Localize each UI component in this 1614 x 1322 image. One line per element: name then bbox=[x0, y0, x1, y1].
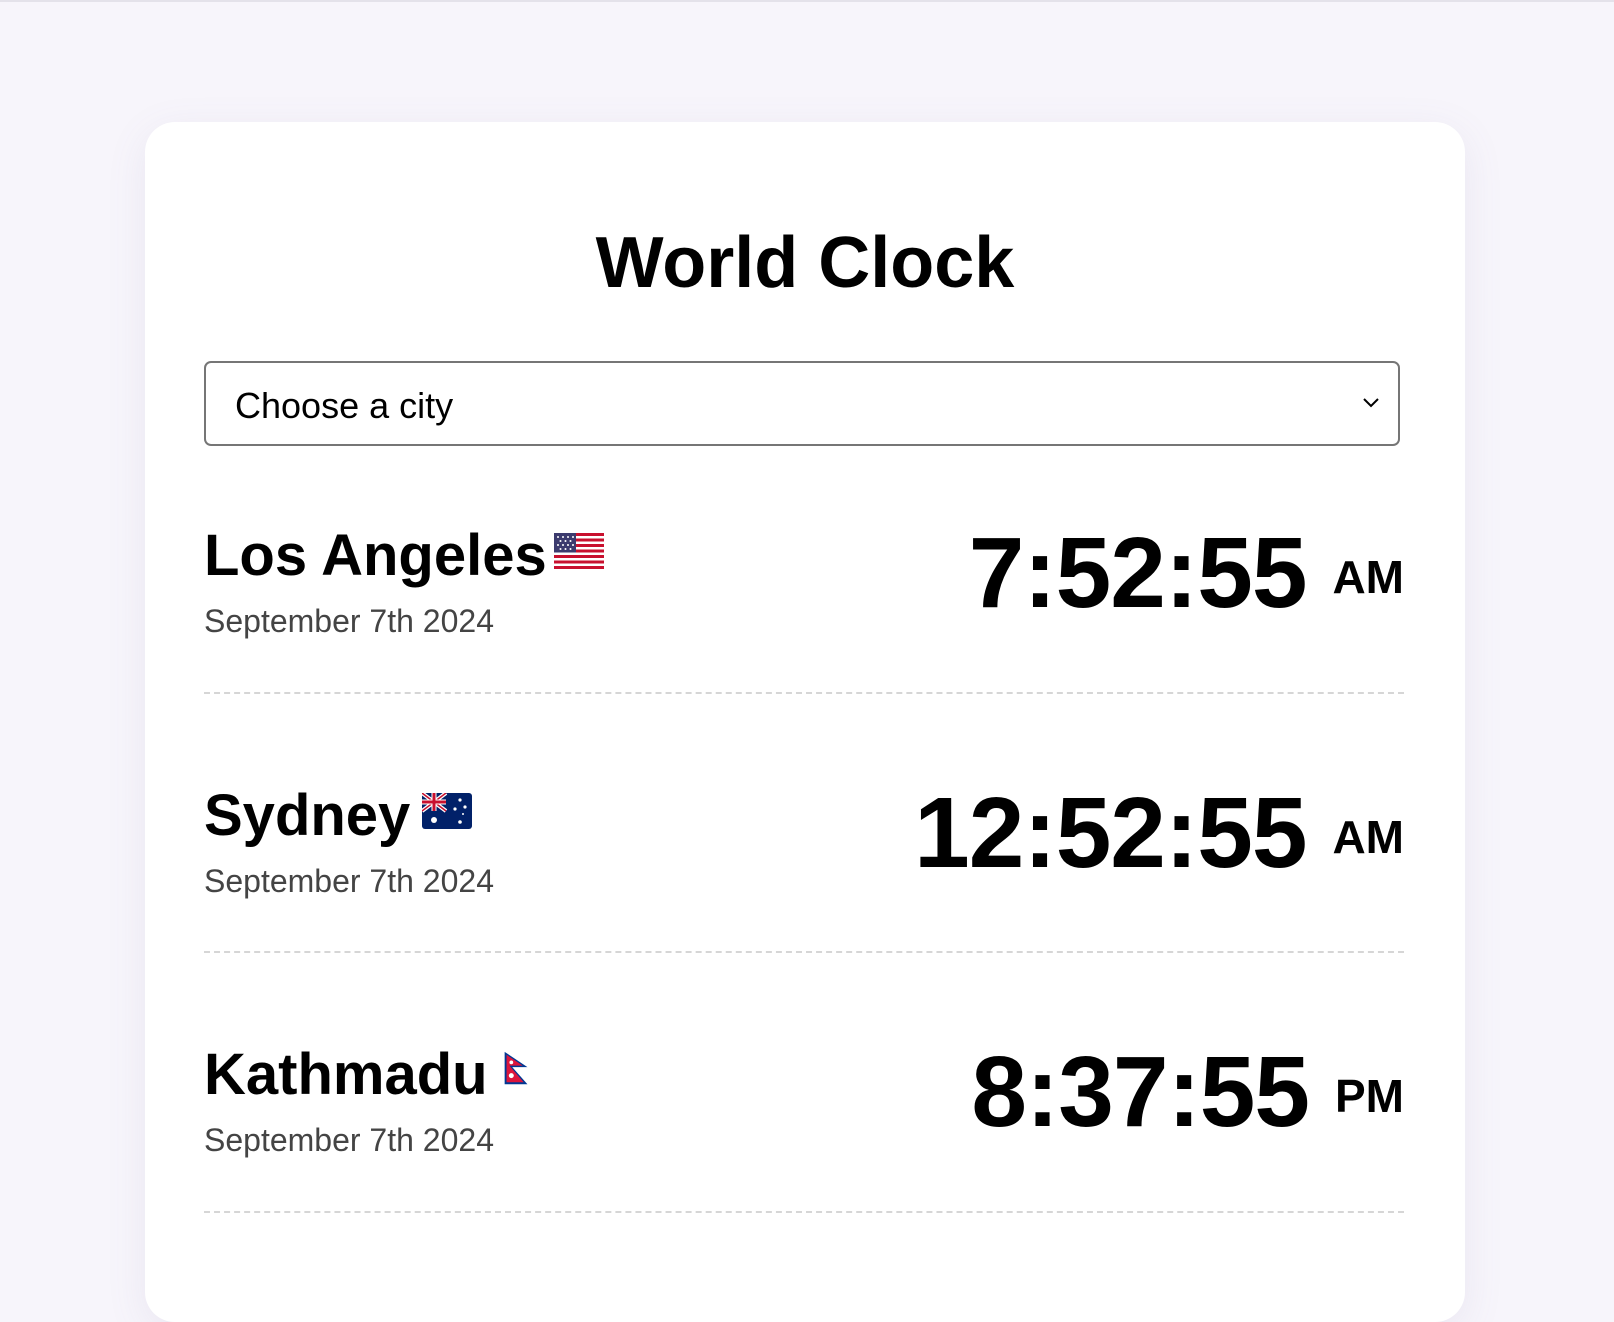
city-select-value: Choose a city bbox=[235, 385, 454, 426]
city-row: Kathmadu September 7th 2024 8:37:55 PM bbox=[204, 1042, 1404, 1276]
world-clock-card: World Clock Choose a city Los Angeles Se… bbox=[145, 122, 1465, 1322]
city-date: September 7th 2024 bbox=[204, 603, 494, 639]
city-name: Sydney bbox=[204, 783, 411, 848]
chevron-down-icon bbox=[1363, 398, 1379, 408]
row-divider bbox=[204, 951, 1404, 953]
city-row: Sydney September 7th 2024 12:52:55 AM bbox=[204, 783, 1404, 1017]
city-select[interactable]: Choose a city bbox=[204, 361, 1400, 446]
time-period: AM bbox=[1332, 551, 1404, 603]
city-name: Kathmadu bbox=[204, 1042, 488, 1107]
nepal-flag-icon bbox=[504, 1051, 528, 1085]
city-time: 7:52:55 AM bbox=[969, 523, 1404, 623]
time-period: PM bbox=[1335, 1070, 1404, 1122]
page-title: World Clock bbox=[595, 223, 1015, 303]
city-time: 12:52:55 AM bbox=[914, 783, 1404, 883]
us-flag-icon bbox=[554, 533, 604, 569]
city-row: Los Angeles September 7th 2024 7:52:55 AM bbox=[204, 523, 1404, 757]
top-border bbox=[0, 0, 1614, 2]
australia-flag-icon bbox=[422, 793, 472, 829]
time-value: 12:52:55 bbox=[914, 777, 1307, 889]
row-divider bbox=[204, 1211, 1404, 1213]
time-value: 7:52:55 bbox=[968, 517, 1308, 629]
city-name: Los Angeles bbox=[204, 523, 547, 588]
row-divider bbox=[204, 692, 1404, 694]
time-period: AM bbox=[1332, 811, 1404, 863]
city-date: September 7th 2024 bbox=[204, 863, 494, 899]
time-value: 8:37:55 bbox=[971, 1036, 1310, 1148]
city-time: 8:37:55 PM bbox=[971, 1042, 1404, 1142]
city-date: September 7th 2024 bbox=[204, 1122, 494, 1158]
